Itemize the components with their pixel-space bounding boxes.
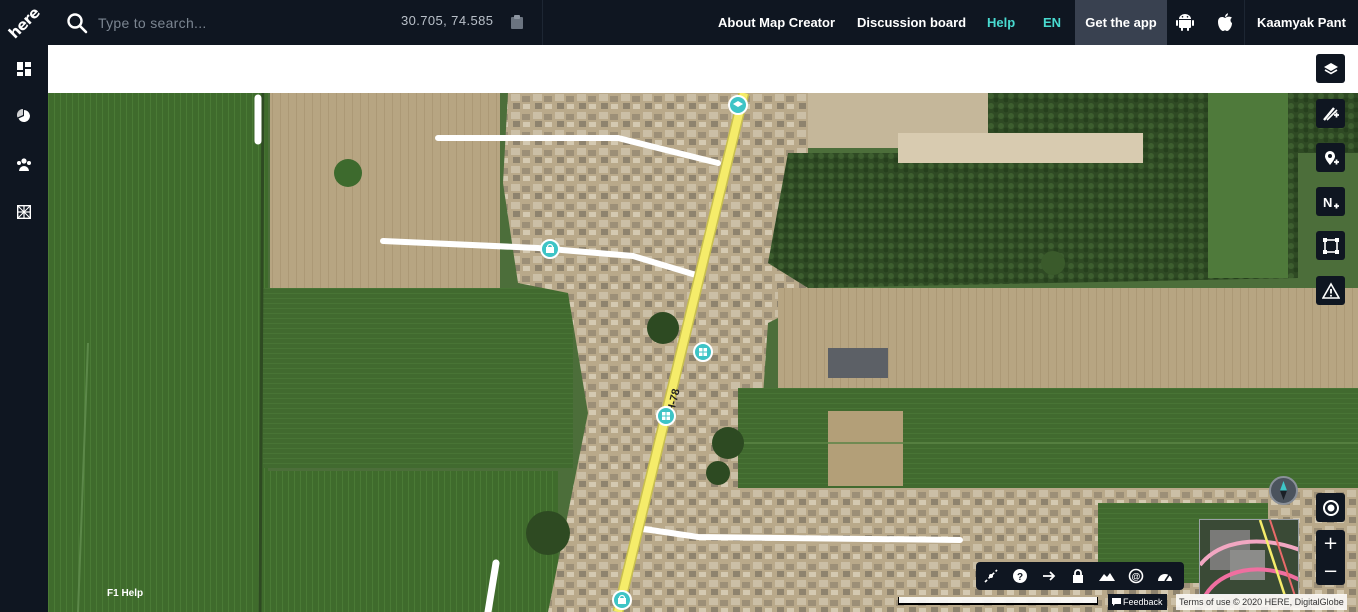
map-creator-app: here 30.705, 74.585 About Map Creator Di…	[0, 0, 1358, 612]
search-icon[interactable]	[66, 12, 88, 34]
f1-help-hint: F1 Help	[107, 588, 144, 599]
split-road-icon[interactable]	[976, 562, 1005, 590]
logo-text: here	[4, 3, 44, 42]
layers-icon[interactable]	[1316, 54, 1345, 83]
zoom-control: + −	[1316, 530, 1345, 585]
poi-shop-icon[interactable]	[612, 590, 632, 610]
dashboard-icon[interactable]	[14, 59, 34, 79]
feedback-button[interactable]: Feedback	[1108, 594, 1167, 610]
terms-text: Terms of use © 2020 HERE, DigitalGlobe	[1179, 597, 1344, 607]
chat-icon	[1112, 597, 1121, 606]
copy-clipboard-icon[interactable]	[510, 14, 524, 30]
left-sidebar	[0, 45, 48, 612]
svg-text:@: @	[1131, 572, 1140, 582]
poi-school-icon[interactable]	[728, 95, 748, 115]
feedback-label: Feedback	[1123, 597, 1163, 607]
svg-text:N: N	[1323, 195, 1332, 210]
add-place-icon[interactable]	[1316, 143, 1345, 172]
speed-gauge-icon[interactable]	[1150, 562, 1179, 590]
language-selector[interactable]: EN	[1043, 15, 1061, 30]
help-circle-icon[interactable]: ?	[1005, 562, 1034, 590]
zoom-in-button[interactable]: +	[1316, 530, 1345, 557]
draw-area-icon[interactable]	[1316, 231, 1345, 260]
poi-building-icon[interactable]	[693, 342, 713, 362]
user-name: Kaamyak Pant	[1257, 15, 1346, 30]
get-the-app-label: Get the app	[1085, 15, 1157, 30]
bottom-toolbar: ? @	[976, 562, 1184, 590]
minimap[interactable]	[1199, 519, 1299, 595]
svg-text:?: ?	[1017, 572, 1023, 583]
apple-icon[interactable]	[1215, 12, 1235, 32]
search-input[interactable]	[98, 14, 328, 31]
satellite-map[interactable]: H-78	[48, 93, 1358, 612]
community-icon[interactable]	[14, 154, 34, 174]
search-bar: 30.705, 74.585	[48, 0, 543, 45]
lock-icon[interactable]	[1063, 562, 1092, 590]
warning-icon[interactable]	[1316, 276, 1345, 305]
top-bar: here 30.705, 74.585 About Map Creator Di…	[0, 0, 1358, 45]
poi-building-icon[interactable]	[656, 406, 676, 426]
android-icon[interactable]	[1175, 12, 1195, 32]
user-menu[interactable]: Kaamyak Pant	[1244, 0, 1358, 45]
direction-arrow-icon[interactable]	[1034, 562, 1063, 590]
toolbar-strip	[48, 45, 1358, 93]
scale-bar	[898, 597, 1098, 605]
discussion-board-link[interactable]: Discussion board	[857, 15, 966, 30]
about-map-creator-link[interactable]: About Map Creator	[718, 15, 835, 30]
pie-chart-icon[interactable]	[14, 106, 34, 126]
address-at-icon[interactable]: @	[1121, 562, 1150, 590]
grid-icon[interactable]	[14, 202, 34, 222]
add-address-icon[interactable]: N	[1316, 187, 1345, 216]
locate-me-icon[interactable]	[1316, 493, 1345, 522]
coordinates-readout: 30.705, 74.585	[401, 13, 494, 28]
terrain-icon[interactable]	[1092, 562, 1121, 590]
get-the-app-button[interactable]: Get the app	[1075, 0, 1167, 45]
here-logo[interactable]: here	[0, 0, 48, 45]
zoom-out-button[interactable]: −	[1316, 558, 1345, 585]
poi-shop-icon[interactable]	[540, 239, 560, 259]
compass-icon[interactable]	[1269, 476, 1298, 505]
terms-attribution[interactable]: Terms of use © 2020 HERE, DigitalGlobe	[1176, 594, 1347, 610]
add-road-icon[interactable]	[1316, 99, 1345, 128]
help-link[interactable]: Help	[987, 15, 1015, 30]
